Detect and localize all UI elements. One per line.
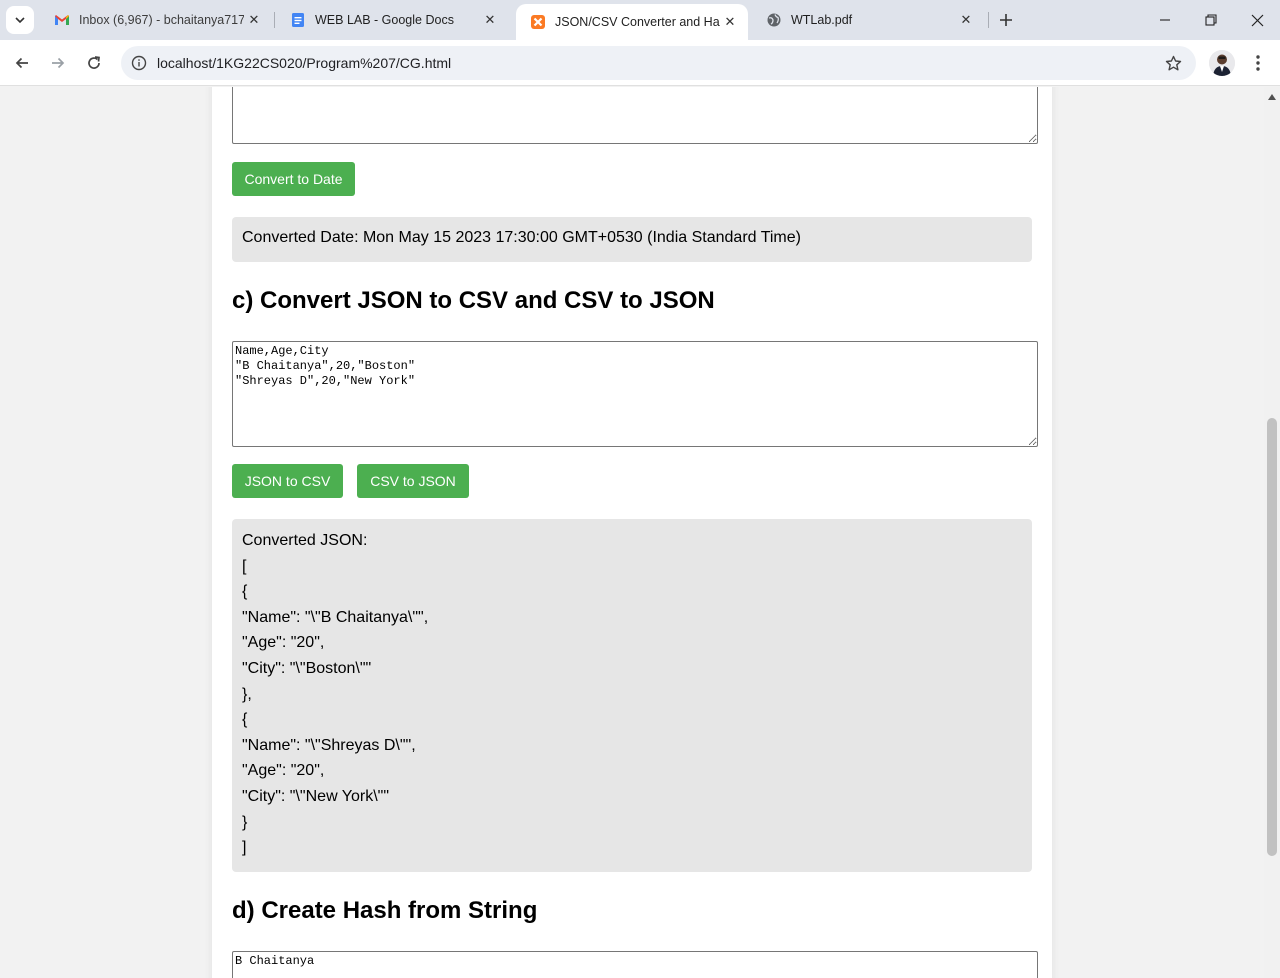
- site-info-button[interactable]: [127, 51, 151, 75]
- tab-strip: Inbox (6,967) - bchaitanya7174@ ✕ WEB LA…: [0, 0, 1280, 40]
- profile-avatar[interactable]: [1209, 50, 1235, 76]
- tab-gmail[interactable]: Inbox (6,967) - bchaitanya7174@ ✕: [40, 4, 272, 36]
- json-output-lines: [ { "Name": "\"B Chaitanya\"", "Age": "20",…: [242, 554, 1022, 861]
- close-tab-icon[interactable]: ✕: [480, 10, 500, 30]
- xampp-icon: [531, 15, 545, 29]
- page-scrollbar[interactable]: [1264, 87, 1280, 978]
- json-output-line: "City": "\"New York\"": [242, 787, 390, 805]
- tab-google-docs[interactable]: WEB LAB - Google Docs ✕: [276, 4, 508, 36]
- browser-menu-button[interactable]: [1246, 50, 1270, 76]
- tab-search-button[interactable]: [6, 6, 34, 34]
- json-to-csv-button[interactable]: JSON to CSV: [232, 464, 343, 498]
- reload-button[interactable]: [80, 49, 108, 77]
- address-bar[interactable]: localhost/1KG22CS020/Program%207/CG.html: [121, 46, 1196, 80]
- json-output-line: "Name": "\"Shreyas D\"",: [242, 736, 416, 754]
- hash-heading: d) Create Hash from String: [232, 897, 538, 924]
- json-output: Converted JSON: [ { "Name": "\"B Chaitanya…: [232, 519, 1032, 872]
- date-output-text: Converted Date: Mon May 15 2023 17:30:00…: [242, 229, 801, 246]
- json-output-line: "Name": "\"B Chaitanya\"",: [242, 608, 429, 626]
- tab-title: Inbox (6,967) - bchaitanya7174@: [79, 13, 244, 27]
- hash-input[interactable]: [232, 951, 1038, 978]
- close-tab-icon[interactable]: ✕: [956, 10, 976, 30]
- triangle-up-icon: [1268, 94, 1276, 100]
- json-output-line: "Age": "20",: [242, 762, 325, 780]
- scroll-up-button[interactable]: [1264, 91, 1280, 103]
- json-output-line: "City": "\"Boston\"": [242, 659, 372, 677]
- gmail-icon: [55, 15, 69, 25]
- page-viewport: Convert to Date Converted Date: Mon May …: [0, 87, 1280, 978]
- minimize-icon: [1160, 19, 1170, 21]
- reload-icon: [88, 56, 100, 69]
- json-output-label: Converted JSON:: [242, 532, 368, 549]
- info-icon: [131, 55, 147, 71]
- tab-title: JSON/CSV Converter and Hash: [555, 15, 720, 29]
- avatar-icon: [1209, 50, 1235, 76]
- json-output-line: ]: [242, 839, 247, 857]
- convert-to-date-button[interactable]: Convert to Date: [232, 162, 355, 196]
- tab-json-csv-converter[interactable]: JSON/CSV Converter and Hash ✕: [516, 4, 748, 40]
- back-button[interactable]: [8, 49, 36, 77]
- json-output-line: [: [242, 557, 247, 575]
- json-output-line: {: [242, 583, 248, 601]
- new-tab-button[interactable]: [994, 8, 1018, 32]
- tab-wtlab-pdf[interactable]: WTLab.pdf ✕: [752, 4, 984, 36]
- star-icon: [1165, 55, 1181, 70]
- json-csv-input[interactable]: [232, 341, 1038, 447]
- json-output-line: }: [242, 813, 248, 831]
- minimize-button[interactable]: [1142, 0, 1188, 40]
- bookmark-button[interactable]: [1162, 52, 1184, 74]
- plus-icon: [1000, 14, 1012, 26]
- arrow-left-icon: [15, 57, 28, 69]
- tab-title: WEB LAB - Google Docs: [315, 13, 454, 27]
- url-text: localhost/1KG22CS020/Program%207/CG.html: [157, 55, 452, 71]
- json-csv-heading: c) Convert JSON to CSV and CSV to JSON: [232, 287, 715, 314]
- globe-icon: [767, 13, 781, 27]
- tab-divider: [274, 12, 275, 28]
- tab-title: WTLab.pdf: [791, 13, 853, 27]
- arrow-right-icon: [52, 57, 65, 69]
- restore-button[interactable]: [1188, 0, 1234, 40]
- date-output: Converted Date: Mon May 15 2023 17:30:00…: [232, 217, 1032, 262]
- date-input[interactable]: [232, 87, 1038, 144]
- json-output-line: "Age": "20",: [242, 634, 325, 652]
- close-tab-icon[interactable]: ✕: [244, 10, 264, 30]
- close-tab-icon[interactable]: ✕: [720, 12, 740, 32]
- scrollbar-thumb[interactable]: [1267, 418, 1277, 856]
- page-container: Convert to Date Converted Date: Mon May …: [212, 87, 1052, 978]
- close-window-button[interactable]: [1234, 0, 1280, 40]
- csv-to-json-button[interactable]: CSV to JSON: [357, 464, 469, 498]
- chevron-down-icon: [15, 17, 25, 24]
- docs-icon: [292, 13, 304, 27]
- tab-divider: [988, 12, 989, 28]
- close-icon: [1251, 14, 1263, 26]
- json-output-line: },: [242, 685, 252, 703]
- more-vert-icon: [1256, 55, 1260, 71]
- restore-icon: [1205, 14, 1217, 26]
- json-output-line: {: [242, 711, 248, 729]
- browser-toolbar: localhost/1KG22CS020/Program%207/CG.html: [0, 40, 1280, 86]
- forward-button[interactable]: [44, 49, 72, 77]
